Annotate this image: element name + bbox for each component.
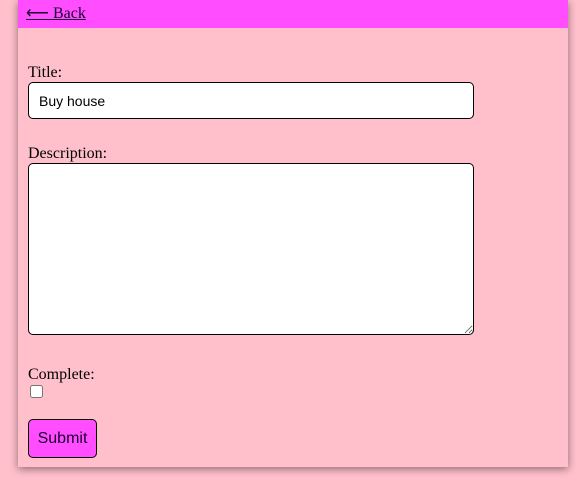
submit-button[interactable]: Submit [28, 419, 97, 458]
complete-checkbox[interactable] [30, 385, 43, 398]
description-label: Description: [28, 145, 108, 162]
title-label: Title: [28, 64, 63, 81]
complete-label: Complete: [28, 366, 95, 383]
form-panel: ⟵ Back Title: Description: Complete: Sub… [18, 0, 568, 467]
title-input[interactable] [28, 82, 474, 119]
back-link[interactable]: ⟵ Back [26, 3, 86, 23]
top-bar: ⟵ Back [18, 0, 568, 28]
description-textarea[interactable] [28, 163, 474, 335]
